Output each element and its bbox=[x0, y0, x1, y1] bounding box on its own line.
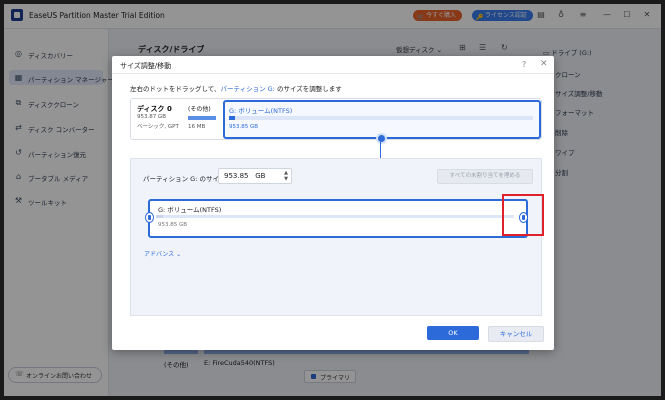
dialog-divider bbox=[112, 73, 554, 74]
partition-g-usage-bar bbox=[229, 116, 533, 120]
partition-g-usage-fill bbox=[229, 116, 235, 120]
size-unit: GB bbox=[255, 172, 266, 180]
fill-unallocated-button[interactable]: すべての未割り当てを埋める bbox=[437, 169, 533, 184]
dialog-title: サイズ調整/移動 bbox=[120, 62, 172, 70]
resize-move-dialog: サイズ調整/移動 ? ✕ 左右のドットをドラッグして、パーティション G: のサ… bbox=[112, 56, 554, 350]
close-icon[interactable]: ✕ bbox=[540, 59, 548, 69]
partition-size-label: パーティション G: のサイズ bbox=[143, 175, 226, 183]
screen-frame: EaseUS Partition Master Trial Edition 🛒 … bbox=[0, 0, 665, 400]
disk-name: ディスク 0 bbox=[137, 105, 172, 113]
partition-size-stepper[interactable]: 953.85 GB ▲ ▼ bbox=[218, 168, 292, 184]
disk-type: ベーシック, GPT bbox=[137, 124, 179, 130]
resize-used-fill bbox=[156, 215, 163, 218]
resize-partition-name: G: ボリューム(NTFS) bbox=[158, 206, 222, 214]
instruction-suffix: のサイズを調整します bbox=[274, 85, 342, 93]
selection-connector-dot bbox=[376, 133, 387, 144]
stepper-arrows-icon[interactable]: ▲ ▼ bbox=[284, 170, 288, 182]
selection-connector-line bbox=[380, 142, 381, 158]
partition-g-size: 953.85 GB bbox=[229, 124, 259, 130]
app-window: EaseUS Partition Master Trial Edition 🛒 … bbox=[4, 4, 661, 396]
size-number: 953.85 bbox=[224, 172, 249, 180]
partition-resize-bar[interactable]: G: ボリューム(NTFS) 953.85 GB bbox=[145, 199, 528, 238]
resize-track bbox=[156, 215, 514, 218]
highlight-annotation-box bbox=[502, 194, 544, 236]
resize-panel: パーティション G: のサイズ 953.85 GB ▲ ▼ すべての未割り当てを埋… bbox=[130, 158, 542, 316]
disk-map: ディスク 0 953.87 GB ベーシック, GPT (その他) 16 MB … bbox=[130, 98, 542, 140]
resize-partition-size: 953.85 GB bbox=[158, 222, 188, 228]
partition-size-value: 953.85 GB bbox=[224, 172, 265, 180]
left-resize-handle[interactable] bbox=[145, 212, 154, 223]
instruction-prefix: 左右のドットをドラッグして、 bbox=[130, 85, 221, 93]
advanced-toggle[interactable]: アドバンス ⌄ bbox=[144, 249, 181, 258]
help-icon[interactable]: ? bbox=[522, 60, 526, 69]
advanced-label: アドバンス bbox=[144, 251, 175, 258]
cancel-button[interactable]: キャンセル bbox=[488, 326, 544, 342]
other-partition-size: 16 MB bbox=[188, 124, 206, 130]
partition-g-name: G: ボリューム(NTFS) bbox=[229, 107, 293, 115]
instruction-text: 左右のドットをドラッグして、パーティション G: のサイズを調整します bbox=[130, 83, 342, 93]
instruction-partition-link: パーティション G: bbox=[220, 85, 275, 93]
ok-button[interactable]: OK bbox=[427, 326, 479, 340]
other-partition-bar bbox=[188, 116, 216, 120]
chevron-down-icon: ⌄ bbox=[176, 251, 182, 258]
disk-size: 953.87 GB bbox=[137, 114, 167, 120]
other-partition-label: (その他) bbox=[188, 106, 211, 113]
